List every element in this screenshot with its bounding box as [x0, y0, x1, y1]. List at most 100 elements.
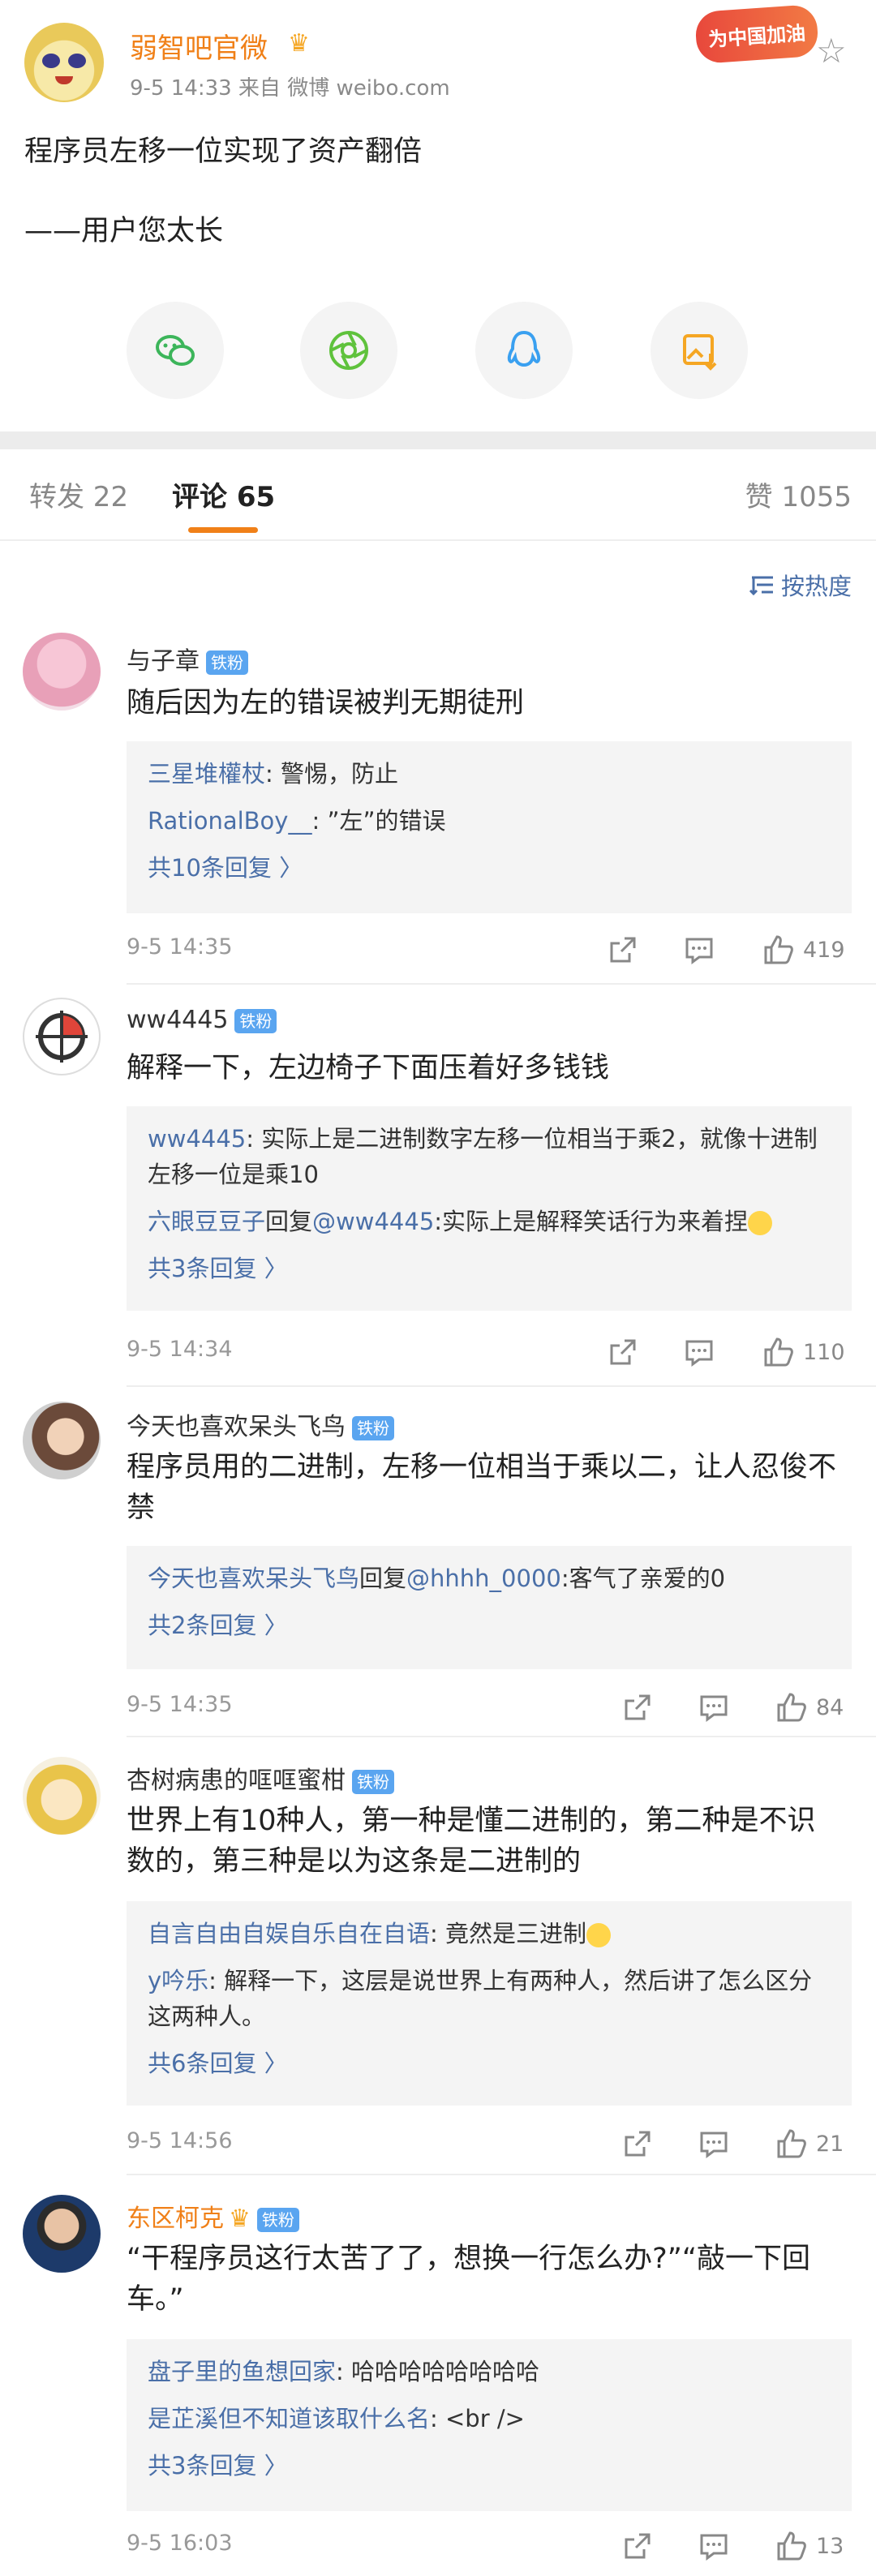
- section-divider: [0, 431, 876, 449]
- active-tab-indicator: [188, 527, 258, 533]
- target-avatar-icon: [36, 1011, 88, 1063]
- comment-time: 9-5 14:35: [127, 934, 233, 960]
- moments-share-button[interactable]: [300, 302, 397, 399]
- tab-comments[interactable]: 评论 65: [172, 474, 275, 514]
- sort-label: 按热度: [780, 573, 852, 600]
- reply-preview[interactable]: ww4445: 实际上是二进制数字左移一位相当于乘2，就像十进制左移一位是乘10…: [127, 1106, 852, 1311]
- tab-likes[interactable]: 赞 1055: [745, 474, 852, 514]
- wechat-share-button[interactable]: [127, 302, 224, 399]
- view-all-replies-link[interactable]: 共3条回复 〉: [148, 1251, 831, 1286]
- divider: [127, 1385, 876, 1387]
- reply-user[interactable]: 自言自由自娱自乐自在自语: [148, 1920, 430, 1947]
- star-icon[interactable]: ☆: [816, 31, 847, 71]
- share-comment-button[interactable]: [621, 1687, 654, 1728]
- commenter-name[interactable]: 今天也喜欢呆头飞鸟 铁粉: [127, 1406, 394, 1442]
- emoji-icon: [748, 1211, 773, 1235]
- reply-line: 三星堆權杖: 警惕，防止: [148, 760, 399, 788]
- divider: [127, 2174, 876, 2175]
- reply-line: 盘子里的鱼想回家: 哈哈哈哈哈哈哈哈: [148, 2358, 540, 2385]
- reply-preview[interactable]: 三星堆權杖: 警惕，防止 RationalBoy__: ”左”的错误 共10条回…: [127, 741, 852, 913]
- like-button[interactable]: 21: [775, 2123, 844, 2164]
- share-comment-button[interactable]: [607, 930, 639, 970]
- view-all-replies-link[interactable]: 共6条回复 〉: [148, 2046, 831, 2081]
- reply-line: 六眼豆豆子回复@ww4445:实际上是解释笑话行为来着捏: [148, 1204, 831, 1239]
- share-icon: [625, 1694, 651, 1720]
- comment-time: 9-5 14:35: [127, 1692, 233, 1717]
- share-comment-button[interactable]: [607, 1332, 639, 1372]
- view-all-replies-link[interactable]: 共3条回复 〉: [148, 2448, 831, 2484]
- reply-preview[interactable]: 今天也喜欢呆头飞鸟回复@hhhh_0000:客气了亲爱的0 共2条回复 〉: [127, 1546, 852, 1669]
- commenter-avatar[interactable]: [23, 1402, 101, 1479]
- view-all-replies-link[interactable]: 共10条回复 〉: [148, 850, 831, 886]
- like-button[interactable]: 13: [775, 2526, 844, 2566]
- commenter-avatar[interactable]: [23, 2195, 101, 2273]
- fan-badge: 铁粉: [206, 650, 248, 675]
- thumbs-up-icon: [777, 1693, 806, 1722]
- reply-line: y吟乐: 解释一下，这层是说世界上有两种人，然后讲了怎么区分这两种人。: [148, 1967, 813, 2030]
- reply-line: ww4445: 实际上是二进制数字左移一位相当于乘2，就像十进制左移一位是乘10: [148, 1125, 818, 1188]
- comment-icon: [700, 2132, 728, 2158]
- commenter-avatar[interactable]: [23, 998, 101, 1075]
- campaign-badge[interactable]: 为中国加油: [694, 3, 820, 65]
- commenter-avatar[interactable]: [23, 633, 101, 711]
- share-icon: [625, 2533, 651, 2559]
- sort-by-hot-button[interactable]: 按热度: [749, 568, 852, 602]
- author-avatar[interactable]: [24, 23, 104, 102]
- comment-text: 随后因为左的错误被判无期徒刑: [127, 687, 525, 719]
- comment-time: 9-5 14:34: [127, 1337, 233, 1362]
- like-count: 419: [803, 937, 845, 963]
- reply-user[interactable]: RationalBoy__: [148, 807, 311, 835]
- post-text-line-2: ——用户您太长: [24, 215, 224, 247]
- mention[interactable]: @hhhh_0000: [406, 1565, 561, 1592]
- moments-icon: [329, 331, 368, 370]
- wechat-icon: [156, 335, 195, 366]
- sort-icon: [749, 576, 773, 596]
- reply-user[interactable]: 盘子里的鱼想回家: [148, 2358, 336, 2385]
- reply-preview[interactable]: 自言自由自娱自乐自在自语: 竟然是三进制 y吟乐: 解释一下，这层是说世界上有两…: [127, 1901, 852, 2106]
- like-button[interactable]: 110: [762, 1332, 845, 1372]
- reply-comment-button[interactable]: [698, 1687, 730, 1728]
- author-name[interactable]: 弱智吧官微: [130, 26, 268, 66]
- share-icon: [625, 2131, 651, 2157]
- qq-icon: [507, 330, 541, 367]
- tab-repost[interactable]: 转发 22: [29, 474, 128, 514]
- reply-user[interactable]: 是芷溪但不知道该取什么名: [148, 2405, 430, 2432]
- like-button[interactable]: 84: [775, 1687, 844, 1728]
- comment-text: 程序员用的二进制，左移一位相当于乘以二，让人忍俊不禁: [127, 1451, 837, 1524]
- reply-user[interactable]: ww4445: [148, 1125, 246, 1153]
- commenter-name[interactable]: 东区柯克 ♛ 铁粉: [127, 2198, 299, 2234]
- reply-user[interactable]: y吟乐: [148, 1967, 208, 1994]
- like-button[interactable]: 419: [762, 930, 845, 970]
- reply-line: 自言自由自娱自乐自在自语: 竟然是三进制: [148, 1916, 831, 1951]
- reply-preview[interactable]: 盘子里的鱼想回家: 哈哈哈哈哈哈哈哈 是芷溪但不知道该取什么名: <br /> …: [127, 2339, 852, 2511]
- reply-user[interactable]: 六眼豆豆子: [148, 1208, 265, 1235]
- reply-line: 今天也喜欢呆头飞鸟回复@hhhh_0000:客气了亲爱的0: [148, 1565, 726, 1592]
- emoji-icon: [586, 1923, 612, 1947]
- reply-line: RationalBoy__: ”左”的错误: [148, 807, 446, 835]
- thumbs-up-icon: [777, 2531, 806, 2561]
- commenter-avatar[interactable]: [23, 1757, 101, 1835]
- commenter-name[interactable]: 与子章 铁粉: [127, 641, 248, 676]
- reply-comment-button[interactable]: [698, 2123, 730, 2164]
- save-image-button[interactable]: [651, 302, 748, 399]
- share-comment-button[interactable]: [621, 2526, 654, 2566]
- like-count: 110: [803, 1339, 845, 1365]
- view-all-replies-link[interactable]: 共2条回复 〉: [148, 1608, 831, 1643]
- share-comment-button[interactable]: [621, 2123, 654, 2164]
- reply-comment-button[interactable]: [683, 930, 715, 970]
- divider: [127, 1736, 876, 1737]
- mention[interactable]: @ww4445: [312, 1208, 434, 1235]
- comment-icon: [700, 1695, 728, 1722]
- save-image-icon: [683, 334, 717, 371]
- vip-crown-icon: ♛: [288, 29, 310, 58]
- commenter-name[interactable]: 杏树病患的哐哐蜜柑 铁粉: [127, 1760, 394, 1796]
- reply-user[interactable]: 三星堆權杖: [148, 760, 265, 788]
- comment-icon: [685, 1340, 713, 1367]
- qq-share-button[interactable]: [475, 302, 573, 399]
- reply-comment-button[interactable]: [683, 1332, 715, 1372]
- reply-user[interactable]: 今天也喜欢呆头飞鸟: [148, 1565, 359, 1592]
- comment-footer: 9-5 14:56 21: [127, 2123, 852, 2164]
- reply-comment-button[interactable]: [698, 2526, 730, 2566]
- commenter-name[interactable]: ww4445 铁粉: [127, 1006, 277, 1034]
- post-text-line-1: 程序员左移一位实现了资产翻倍: [24, 135, 423, 168]
